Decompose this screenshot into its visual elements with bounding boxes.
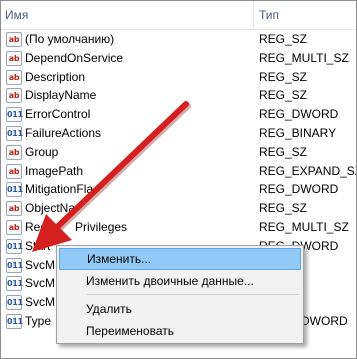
- value-row[interactable]: ab ObjectNa REG_SZ: [1, 199, 356, 218]
- value-name: SvcM: [25, 295, 55, 310]
- value-type: REG_SZ: [259, 201, 308, 216]
- value-name: SvcM: [25, 257, 55, 272]
- binary-value-icon: 011: [6, 182, 23, 198]
- string-value-icon: ab: [6, 144, 22, 160]
- value-name: SvcM: [25, 276, 55, 291]
- menu-item-modify-binary[interactable]: Изменить двоичные данные...: [59, 270, 301, 292]
- binary-value-icon: 011: [6, 295, 23, 311]
- value-name: FailureActions: [25, 125, 102, 140]
- value-name: Type: [25, 313, 52, 328]
- value-row[interactable]: ab (По умолчанию) REG_SZ: [1, 30, 356, 49]
- list-header: Имя Тип: [1, 1, 356, 30]
- value-row[interactable]: ab DisplayName REG_SZ: [1, 86, 356, 105]
- registry-values-list: Имя Тип ab (По умолчанию) REG_SZ ab Depe…: [0, 0, 357, 359]
- string-value-icon: ab: [6, 50, 22, 66]
- value-type: REG_SZ: [259, 88, 308, 103]
- value-row[interactable]: ab ImagePath REG_EXPAND_SZ: [1, 162, 356, 181]
- binary-value-icon: 011: [6, 257, 23, 273]
- value-name: ImagePath: [25, 163, 84, 178]
- value-row[interactable]: 011 ErrorControl REG_DWORD: [1, 105, 356, 124]
- value-name: Group: [25, 144, 59, 159]
- value-name: ErrorControl: [25, 107, 91, 122]
- binary-value-icon: 011: [6, 276, 23, 292]
- value-name: ObjectNa: [25, 201, 76, 216]
- binary-value-icon: 011: [6, 125, 23, 141]
- value-row[interactable]: ab DependOnService REG_MULTI_SZ: [1, 49, 356, 68]
- string-value-icon: ab: [6, 69, 22, 85]
- value-type: REG_MULTI_SZ: [259, 50, 349, 65]
- value-type: REG_MULTI_SZ: [259, 219, 349, 234]
- value-type: REG_EXPAND_SZ: [259, 163, 357, 178]
- value-name: DisplayName: [25, 88, 97, 103]
- value-type: REG_SZ: [259, 32, 308, 46]
- binary-value-icon: 011: [6, 238, 23, 254]
- context-menu: Изменить... Изменить двоичные данные... …: [56, 245, 304, 344]
- value-row[interactable]: ab Description REG_SZ: [1, 68, 356, 87]
- value-type: REG_DWORD: [259, 107, 339, 122]
- value-name: Description: [25, 69, 86, 84]
- value-name: Req Privileges: [25, 218, 127, 237]
- binary-value-icon: 011: [6, 107, 23, 123]
- column-header-name[interactable]: Имя: [5, 1, 28, 29]
- value-type: REG_DWORD: [259, 182, 339, 197]
- value-row[interactable]: ab Req Privileges REG_MULTI_SZ: [1, 218, 356, 237]
- value-type: REG_SZ: [259, 144, 308, 159]
- value-name: (По умолчанию): [25, 32, 115, 46]
- value-type: REG_BINARY: [259, 125, 337, 140]
- value-type: REG_SZ: [259, 69, 308, 84]
- string-value-icon: ab: [6, 88, 22, 104]
- value-name-tail: Privileges: [75, 219, 128, 234]
- column-header-type[interactable]: Тип: [259, 1, 279, 29]
- string-value-icon: ab: [6, 163, 22, 179]
- value-name: DependOnService: [25, 50, 124, 65]
- value-row[interactable]: ab Group REG_SZ: [1, 143, 356, 162]
- value-name: Start: [25, 238, 51, 253]
- string-value-icon: ab: [6, 219, 22, 235]
- menu-item-delete[interactable]: Удалить: [59, 298, 301, 320]
- string-value-icon: ab: [6, 32, 22, 47]
- value-row[interactable]: 011 MitigationFla REG_DWORD: [1, 180, 356, 199]
- menu-item-modify[interactable]: Изменить...: [59, 248, 301, 270]
- binary-value-icon: 011: [6, 313, 23, 329]
- value-name: MitigationFla: [25, 182, 94, 197]
- value-row[interactable]: 011 FailureActions REG_BINARY: [1, 124, 356, 143]
- column-separator[interactable]: [253, 1, 254, 29]
- value-name-head: Req: [25, 219, 48, 234]
- menu-item-rename[interactable]: Переименовать: [59, 320, 301, 342]
- menu-separator: [87, 294, 299, 295]
- value-type: DWORD: [301, 313, 348, 328]
- string-value-icon: ab: [6, 201, 22, 217]
